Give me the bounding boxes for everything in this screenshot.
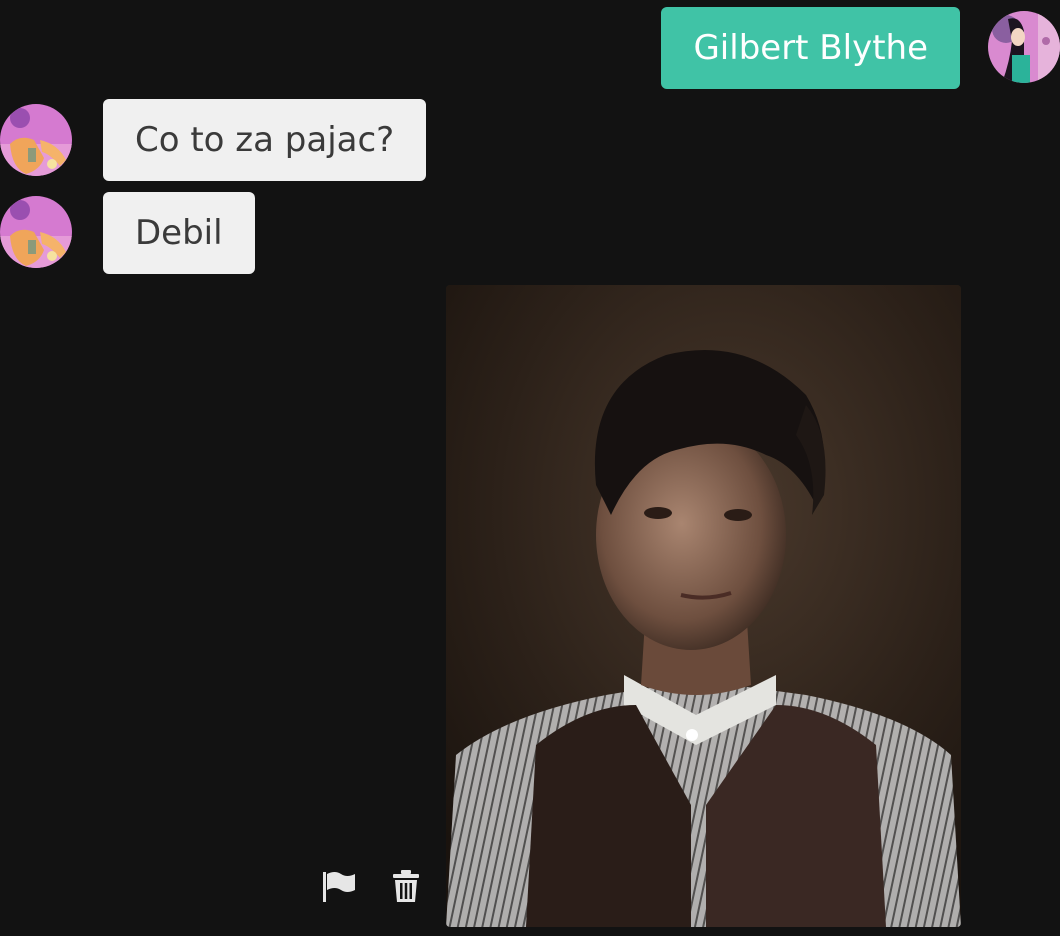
user-avatar[interactable]	[988, 11, 1060, 83]
report-button[interactable]	[319, 866, 359, 906]
message-bubble-incoming[interactable]: Debil	[103, 192, 255, 274]
chat-thread: Gilbert Blythe Co to za pajac? Debil	[0, 0, 1060, 936]
message-bubble-outgoing[interactable]: Gilbert Blythe	[661, 7, 960, 89]
flag-icon	[321, 870, 357, 902]
message-text: Co to za pajac?	[135, 120, 395, 160]
contact-avatar[interactable]	[0, 104, 72, 176]
message-text: Gilbert Blythe	[693, 28, 928, 68]
message-bubble-incoming[interactable]: Co to za pajac?	[103, 99, 427, 181]
trash-icon	[392, 869, 420, 903]
delete-button[interactable]	[386, 866, 426, 906]
contact-avatar[interactable]	[0, 196, 72, 268]
message-text: Debil	[135, 213, 223, 253]
message-image[interactable]	[446, 285, 961, 927]
